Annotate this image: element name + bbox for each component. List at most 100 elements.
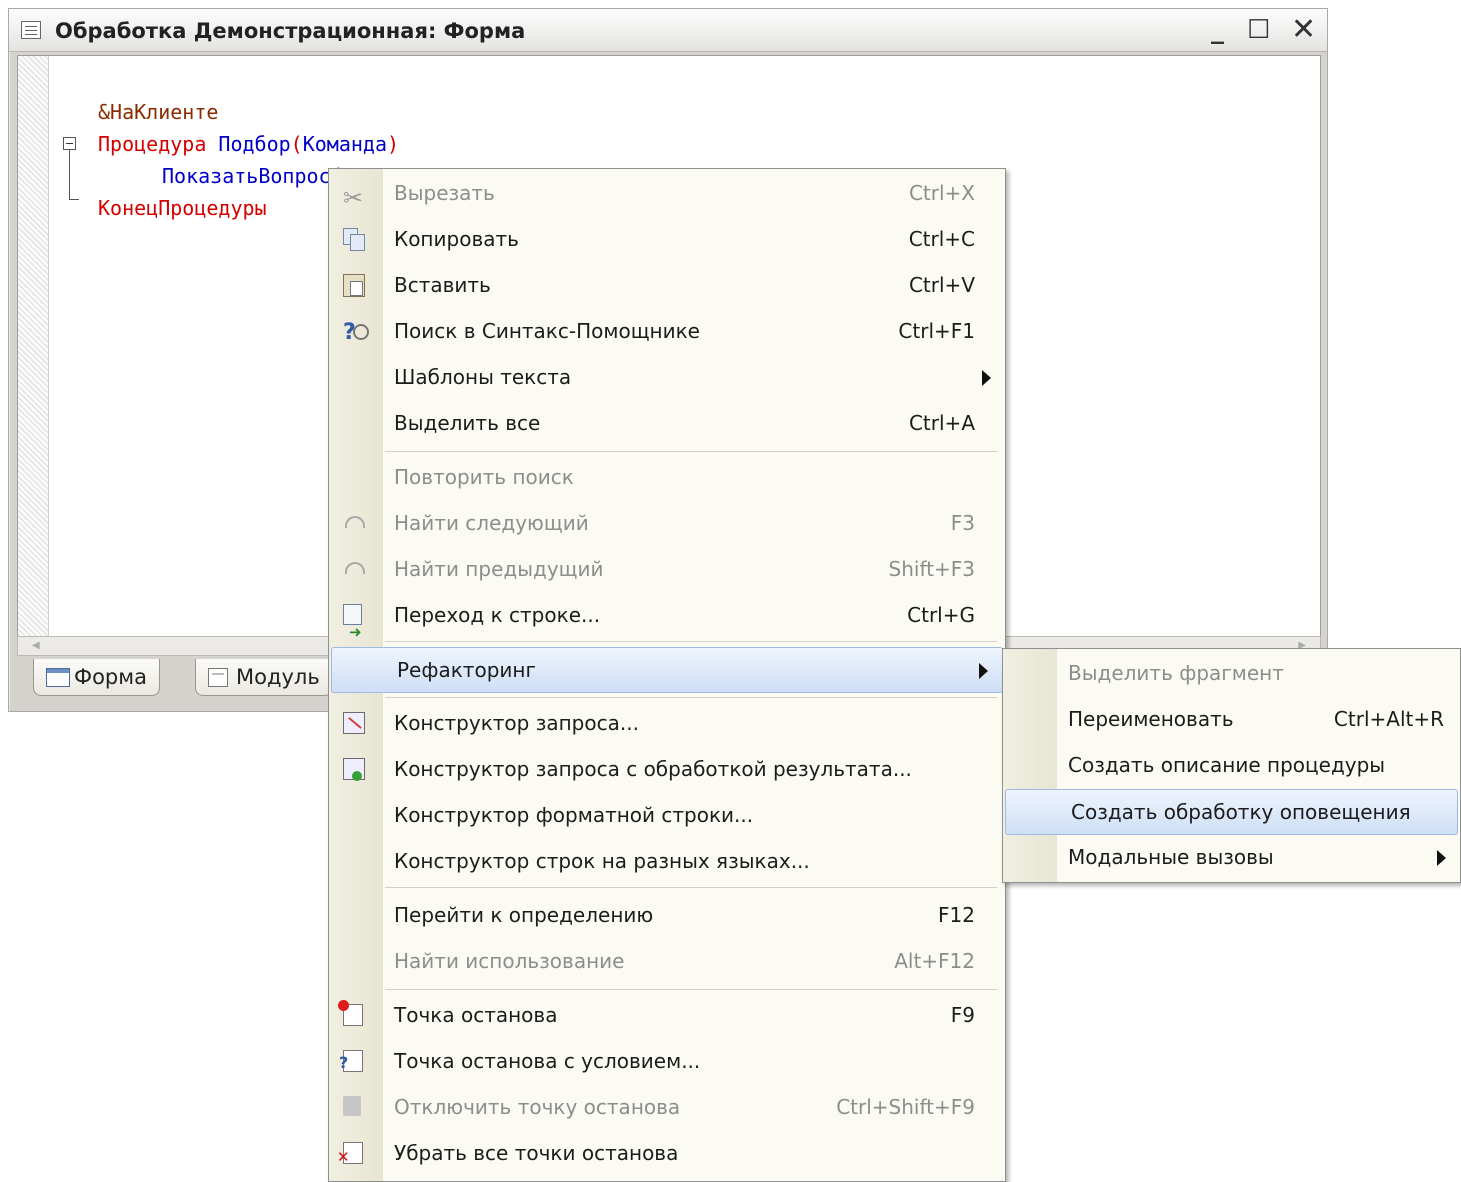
menu-item-refactoring[interactable]: Рефакторинг <box>331 647 1003 693</box>
menu-item-shortcut: Ctrl+Shift+F9 <box>836 1095 975 1119</box>
submenu-arrow-icon <box>982 370 991 386</box>
menu-item-label: Рефакторинг <box>397 658 536 682</box>
tab-module-label: Модуль <box>236 665 320 689</box>
menu-item-disable-breakpoint[interactable]: Отключить точку останова Ctrl+Shift+F9 <box>329 1085 1005 1129</box>
menu-separator <box>385 989 997 990</box>
menu-item-label: Конструктор запроса с обработкой результ… <box>394 757 912 781</box>
tab-form-label: Форма <box>74 665 147 689</box>
menu-item-shortcut: Alt+F12 <box>894 949 975 973</box>
menu-item-label: Найти предыдущий <box>394 557 604 581</box>
window-title: Обработка Демонстрационная: Форма <box>55 19 526 43</box>
code-line-directive[interactable]: &НаКлиенте <box>98 100 218 124</box>
code-line-end-procedure[interactable]: КонецПроцедуры <box>98 196 267 220</box>
editor-gutter <box>18 56 49 636</box>
module-icon <box>208 668 228 687</box>
menu-item-label: Конструктор запроса... <box>394 711 639 735</box>
menu-item-shortcut: F9 <box>950 1003 975 1027</box>
menu-item-cut[interactable]: Вырезать Ctrl+X <box>329 171 1005 220</box>
menu-item-label: Точка останова с условием... <box>394 1049 701 1073</box>
menu-item-label: Убрать все точки останова <box>394 1141 679 1165</box>
find-next-icon <box>343 512 367 534</box>
fold-guide <box>69 149 70 199</box>
menu-item-repeat-search[interactable]: Повторить поиск <box>329 455 1005 499</box>
menu-item-label: Перейти к определению <box>394 903 654 927</box>
menu-item-find-usages[interactable]: Найти использование Alt+F12 <box>329 939 1005 983</box>
menu-item-select-all[interactable]: Выделить все Ctrl+A <box>329 401 1005 445</box>
close-button[interactable]: ✕ <box>1291 15 1316 45</box>
form-window-icon <box>21 21 41 39</box>
submenu-item-modal-calls[interactable]: Модальные вызовы <box>1003 835 1460 879</box>
maximize-button[interactable]: ☐ <box>1247 15 1270 45</box>
code-line-procedure[interactable]: Процедура Подбор(Команда) <box>98 132 399 156</box>
menu-item-shortcut: Ctrl+A <box>908 411 975 435</box>
menu-item-label: Переименовать <box>1068 707 1234 731</box>
menu-item-label: Конструктор строк на разных языках... <box>394 849 810 873</box>
menu-item-label: Вырезать <box>394 181 495 205</box>
submenu-arrow-icon <box>979 663 988 679</box>
paren-open: ( <box>290 132 303 156</box>
copy-icon <box>343 228 367 251</box>
menu-item-remove-all-breakpoints[interactable]: Убрать все точки останова <box>329 1131 1005 1179</box>
menu-item-query-builder[interactable]: Конструктор запроса... <box>329 701 1005 745</box>
conditional-breakpoint-icon <box>339 1041 363 1085</box>
breakpoint-icon <box>338 1000 363 1026</box>
submenu-item-create-notification-handler[interactable]: Создать обработку оповещения <box>1005 789 1458 835</box>
menu-item-paste[interactable]: Вставить Ctrl+V <box>329 263 1005 307</box>
submenu-item-create-procedure-description[interactable]: Создать описание процедуры <box>1003 743 1460 787</box>
procedure-param: Команда <box>302 132 388 156</box>
menu-item-label: Создать описание процедуры <box>1068 753 1386 777</box>
menu-item-shortcut: Ctrl+V <box>908 273 975 297</box>
submenu-item-extract-fragment[interactable]: Выделить фрагмент <box>1003 651 1460 695</box>
menu-item-label: Отключить точку останова <box>394 1095 681 1119</box>
title-bar[interactable]: Обработка Демонстрационная: Форма _ ☐ ✕ <box>9 9 1327 52</box>
menu-item-copy[interactable]: Копировать Ctrl+C <box>329 217 1005 261</box>
menu-item-format-string-builder[interactable]: Конструктор форматной строки... <box>329 793 1005 837</box>
scroll-left-icon[interactable]: ◀ <box>32 640 40 651</box>
menu-item-goto-definition[interactable]: Перейти к определению F12 <box>329 893 1005 937</box>
menu-item-conditional-breakpoint[interactable]: Точка останова с условием... <box>329 1039 1005 1085</box>
menu-item-shortcut: F12 <box>938 903 975 927</box>
menu-separator <box>385 697 997 698</box>
menu-item-label: Переход к строке... <box>394 603 601 627</box>
disable-breakpoint-icon <box>343 1096 361 1116</box>
submenu-arrow-icon <box>1437 850 1446 866</box>
context-menu: Вырезать Ctrl+X Копировать Ctrl+C Встави… <box>328 168 1006 1182</box>
menu-item-find-previous[interactable]: Найти предыдущий Shift+F3 <box>329 547 1005 591</box>
menu-item-find-next[interactable]: Найти следующий F3 <box>329 501 1005 545</box>
menu-item-label: Копировать <box>394 227 519 251</box>
code-line-call[interactable]: ПоказатьВопрос( <box>162 164 343 188</box>
keyword-procedure: Процедура <box>98 132 207 156</box>
menu-item-label: Поиск в Синтакс-Помощнике <box>394 319 700 343</box>
menu-item-shortcut: Ctrl+F1 <box>898 319 975 343</box>
menu-item-shortcut: Ctrl+G <box>907 603 975 627</box>
refactoring-submenu: Выделить фрагмент Переименовать Ctrl+Alt… <box>1002 648 1461 883</box>
syntax-help-icon <box>343 311 369 355</box>
menu-item-label: Модальные вызовы <box>1068 845 1274 869</box>
menu-item-syntax-help-search[interactable]: Поиск в Синтакс-Помощнике Ctrl+F1 <box>329 309 1005 355</box>
menu-item-multilang-string-builder[interactable]: Конструктор строк на разных языках... <box>329 839 1005 883</box>
submenu-item-rename[interactable]: Переименовать Ctrl+Alt+R <box>1003 697 1460 741</box>
fold-guide-end <box>69 199 79 200</box>
menu-item-text-templates[interactable]: Шаблоны текста <box>329 355 1005 399</box>
form-icon <box>46 668 70 687</box>
query-builder-result-icon <box>343 758 365 781</box>
menu-item-shortcut: F3 <box>950 511 975 535</box>
minimize-button[interactable]: _ <box>1211 15 1224 45</box>
paren-close: ) <box>387 132 400 156</box>
menu-item-query-builder-result[interactable]: Конструктор запроса с обработкой результ… <box>329 747 1005 791</box>
menu-item-breakpoint[interactable]: Точка останова F9 <box>329 993 1005 1037</box>
menu-item-label: Выделить все <box>394 411 541 435</box>
menu-item-label: Конструктор форматной строки... <box>394 803 754 827</box>
procedure-name: Подбор <box>218 132 291 156</box>
menu-item-label: Создать обработку оповещения <box>1071 800 1411 824</box>
tab-module[interactable]: Модуль <box>195 659 333 696</box>
menu-item-label: Шаблоны текста <box>394 365 572 389</box>
menu-item-shortcut: Ctrl+C <box>908 227 975 251</box>
menu-item-shortcut: Ctrl+Alt+R <box>1333 707 1444 731</box>
find-prev-icon <box>343 558 367 580</box>
goto-line-icon <box>343 604 362 654</box>
tab-form[interactable]: Форма <box>33 659 160 696</box>
menu-separator <box>385 641 997 642</box>
paste-icon <box>343 274 365 297</box>
menu-item-goto-line[interactable]: Переход к строке... Ctrl+G <box>329 593 1005 654</box>
